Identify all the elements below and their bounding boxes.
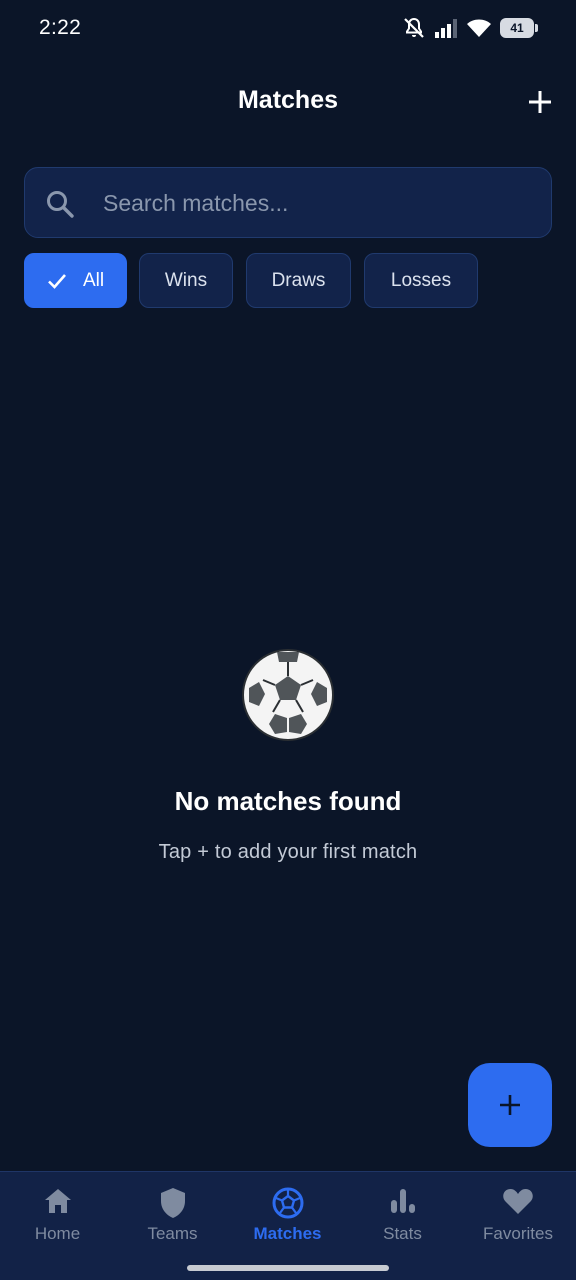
check-icon (48, 273, 66, 289)
bottom-nav: Home Teams Matches Stats Favorites (0, 1171, 576, 1280)
search-box[interactable] (24, 167, 552, 238)
soccer-ball-icon (242, 649, 334, 741)
home-indicator[interactable] (187, 1265, 389, 1271)
soccer-ball-icon (272, 1187, 303, 1219)
app-bar: Matches (0, 70, 576, 132)
nav-label-favorites: Favorites (483, 1224, 553, 1243)
filter-chip-label: Draws (271, 269, 326, 291)
filter-chip-label: All (82, 269, 105, 291)
nav-label-matches: Matches (253, 1224, 322, 1243)
nav-item-home[interactable]: Home (0, 1172, 115, 1262)
nav-item-matches[interactable]: Matches (230, 1172, 345, 1262)
status-bar: 2:22 41 (0, 0, 576, 56)
notifications-off-icon (404, 17, 424, 38)
empty-state-title: No matches found (174, 786, 402, 816)
filter-chip-all[interactable]: All (24, 253, 127, 308)
heart-icon (503, 1189, 533, 1214)
filter-chip-label: Wins (164, 269, 208, 291)
status-time: 2:22 (39, 16, 82, 39)
nav-item-teams[interactable]: Teams (115, 1172, 230, 1262)
wifi-icon (467, 19, 491, 37)
status-icons: 41 (402, 16, 538, 40)
nav-item-favorites[interactable]: Favorites (460, 1172, 576, 1262)
nav-item-stats[interactable]: Stats (345, 1172, 460, 1262)
plus-icon (529, 91, 551, 113)
nav-label-teams: Teams (147, 1224, 198, 1243)
filter-chip-draws[interactable]: Draws (246, 253, 351, 308)
filter-chip-wins[interactable]: Wins (139, 253, 233, 308)
home-icon (44, 1189, 71, 1213)
add-match-fab[interactable] (468, 1063, 552, 1147)
search-input[interactable] (103, 186, 533, 220)
battery-level: 41 (510, 21, 524, 35)
add-match-button[interactable] (522, 84, 558, 120)
shield-icon (160, 1188, 185, 1218)
filter-chip-losses[interactable]: Losses (364, 253, 478, 308)
signal-icon (435, 19, 457, 38)
matches-screen: 2:22 41 Matches Search matches... All Wi… (0, 0, 576, 1280)
nav-label-stats: Stats (383, 1224, 422, 1243)
battery-icon: 41 (500, 18, 538, 38)
nav-label-home: Home (34, 1224, 81, 1243)
empty-state-subtitle: Tap + to add your first match (158, 841, 418, 863)
search-icon (47, 191, 74, 218)
page-title: Matches (237, 86, 339, 114)
filter-chip-label: Losses (390, 269, 452, 291)
empty-state: No matches found Tap + to add your first… (0, 648, 576, 864)
plus-icon (500, 1095, 520, 1115)
bar-chart-icon (390, 1189, 415, 1213)
